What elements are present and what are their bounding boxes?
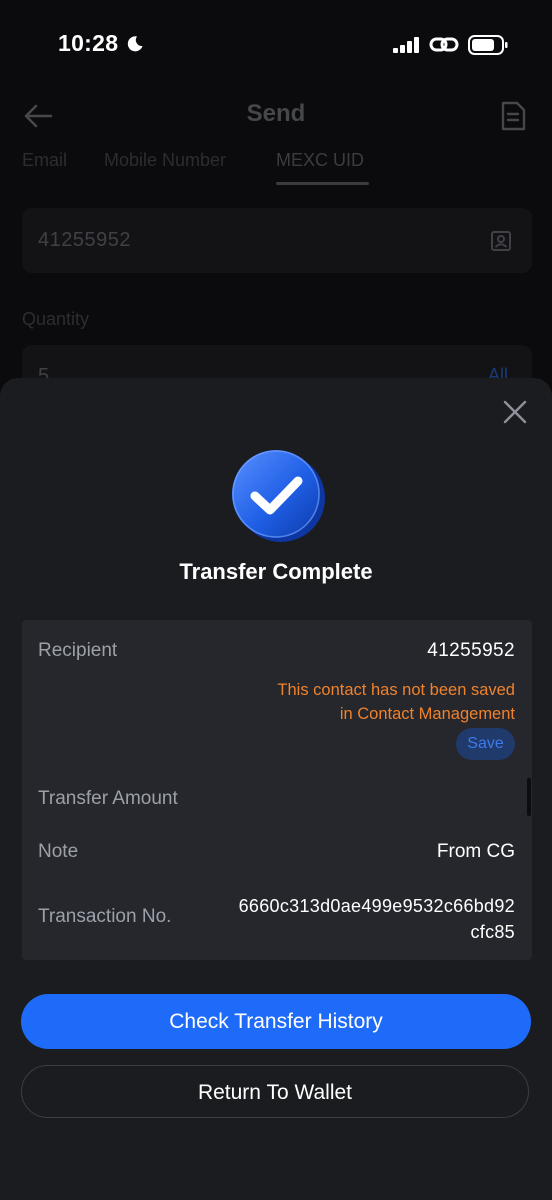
tab-mobile-number[interactable]: Mobile Number [104, 150, 226, 171]
transaction-no-label: Transaction No. [38, 906, 172, 927]
close-icon[interactable] [502, 399, 528, 425]
return-to-wallet-button[interactable]: Return To Wallet [21, 1065, 529, 1118]
tab-mexc-uid[interactable]: MEXC UID [276, 150, 364, 171]
transfer-amount-label: Transfer Amount [38, 788, 178, 809]
tab-email[interactable]: Email [22, 150, 67, 171]
check-transfer-history-button[interactable]: Check Transfer History [21, 994, 531, 1049]
document-icon[interactable] [498, 100, 528, 132]
recipient-value: 41255952 [427, 640, 515, 661]
warning-line-1: This contact has not been saved [277, 681, 515, 699]
page-title: Send [246, 100, 306, 127]
recipient-label: Recipient [38, 640, 118, 661]
warning-line-2: in Contact Management [339, 705, 515, 723]
note-value: From CG [436, 841, 515, 862]
transaction-no-value: 6660c313d0ae499e9532c66bd92cfc85 [238, 896, 515, 942]
scrollbar[interactable] [527, 778, 531, 816]
uid-input-value: 41255952 [38, 229, 131, 251]
sheet-title: Transfer Complete [179, 559, 373, 584]
unsaved-contact-warning: This contact has not been saved in Conta… [215, 678, 515, 726]
success-check-icon [232, 450, 325, 542]
quantity-label: Quantity [22, 309, 90, 329]
save-contact-button[interactable]: Save [456, 728, 515, 760]
active-tab-indicator [276, 182, 369, 185]
note-label: Note [38, 841, 79, 862]
contact-book-icon[interactable] [490, 230, 512, 252]
